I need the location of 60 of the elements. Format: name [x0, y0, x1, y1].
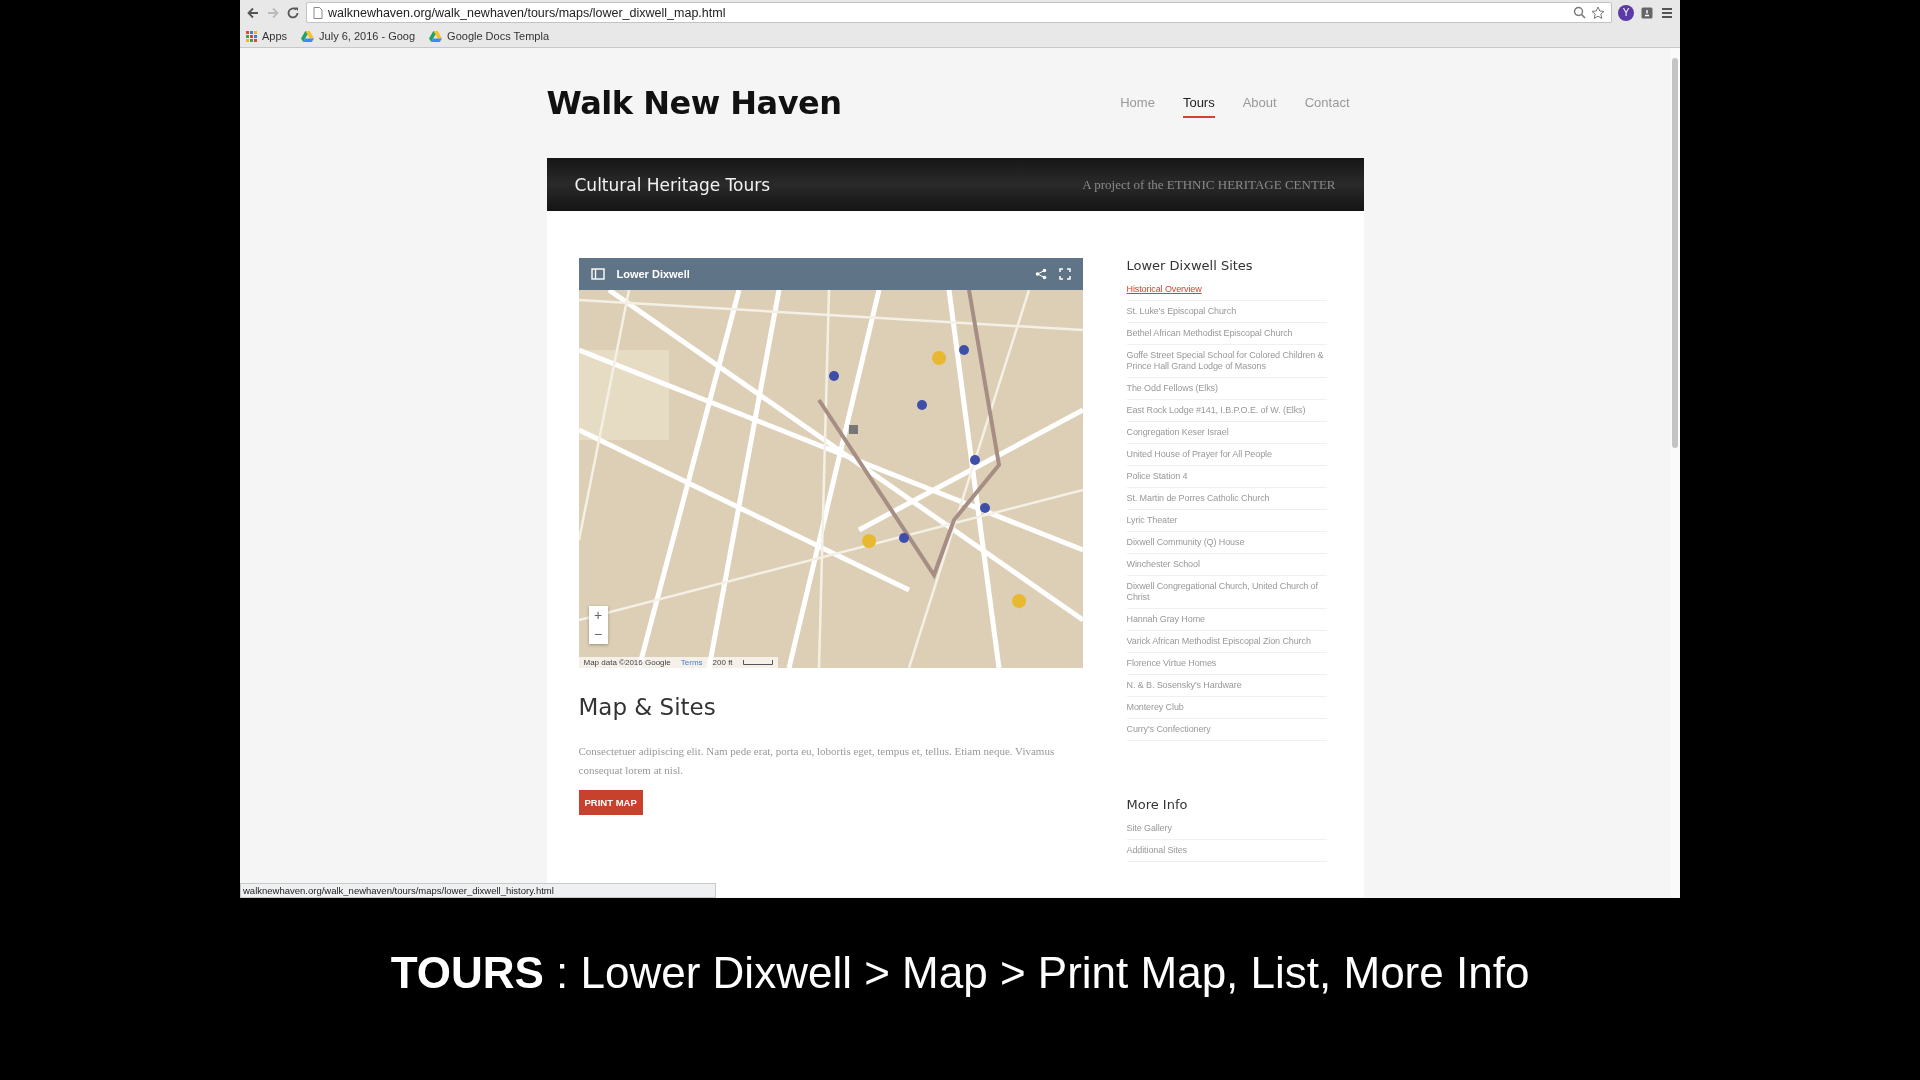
apps-grid-icon: [246, 30, 257, 42]
site-link[interactable]: Lyric Theater: [1126, 510, 1327, 532]
scale-bar-icon: [742, 660, 773, 665]
profile-avatar[interactable]: Y: [1618, 4, 1634, 21]
info-link[interactable]: Additional Sites: [1126, 840, 1327, 862]
section-text: Consectetuer adipiscing elit. Nam pede erat, porta eu, lobortis eget, tempus et, tellus. Etiam neque. Vivamus consequat lorem at nisl.: [578, 744, 1056, 778]
site-link[interactable]: East Rock Lodge #141, I.B.P.O.E. of W. (Elks): [1126, 400, 1327, 422]
site-link[interactable]: Florence Virtue Homes: [1126, 653, 1327, 675]
banner-title: Cultural Heritage Tours: [574, 174, 771, 195]
site-link[interactable]: Varick African Methodist Episcopal Zion Church: [1126, 631, 1327, 653]
page-icon: [313, 6, 323, 19]
site-link[interactable]: St. Luke's Episcopal Church: [1126, 301, 1327, 323]
site-link[interactable]: Dixwell Community (Q) House: [1126, 532, 1327, 554]
site-link[interactable]: Winchester School: [1126, 554, 1327, 576]
extension-icon[interactable]: [1640, 5, 1654, 20]
site-link[interactable]: Curry's Confectionery: [1126, 719, 1327, 741]
site-title: Walk New Haven: [546, 84, 842, 122]
status-bar-url: walknewhaven.org/walk_newhaven/tours/maps/lower_dixwell_history.html: [240, 883, 716, 898]
bookmark[interactable]: Apps: [246, 30, 288, 42]
bookmark[interactable]: Google Docs Templa: [429, 30, 549, 42]
site-link[interactable]: N. & B. Sosensky's Hardware: [1126, 675, 1327, 697]
star-icon[interactable]: [1591, 5, 1605, 20]
bookmark[interactable]: July 6, 2016 - Goog: [301, 30, 416, 42]
print-map-button[interactable]: PRINT MAP: [578, 790, 643, 815]
nav-link[interactable]: Tours: [1182, 88, 1215, 118]
sidebar-heading: More Info: [1126, 797, 1189, 812]
map-title: Lower Dixwell: [616, 268, 691, 280]
site-link[interactable]: Police Station 4: [1126, 466, 1327, 488]
address-bar[interactable]: walknewhaven.org/walk_newhaven/tours/maps/lower_dixwell_map.html: [306, 2, 1612, 23]
fullscreen-icon[interactable]: [1058, 268, 1071, 280]
share-icon[interactable]: [1034, 268, 1047, 280]
sidebar-heading: Lower Dixwell Sites: [1126, 258, 1254, 273]
banner-tagline: A project of the ETHNIC HERITAGE CENTER: [1082, 176, 1336, 193]
drive-icon: [429, 30, 443, 42]
scrollbar-thumb[interactable]: [1672, 58, 1678, 448]
site-link[interactable]: St. Martin de Porres Catholic Church: [1126, 488, 1327, 510]
back-icon[interactable]: [246, 5, 260, 20]
site-link[interactable]: United House of Prayer for All People: [1126, 444, 1327, 466]
site-link[interactable]: Congregation Keser Israel: [1126, 422, 1327, 444]
site-link[interactable]: Bethel African Methodist Episcopal Church: [1126, 323, 1327, 345]
map-attribution: Map data ©2016 Google: [583, 658, 671, 667]
section-heading: Map & Sites: [578, 694, 717, 720]
reload-icon[interactable]: [286, 5, 300, 20]
site-link[interactable]: Goffe Street Special School for Colored Children & Prince Hall Grand Lodge of Masons: [1126, 345, 1327, 378]
nav-link[interactable]: Contact: [1304, 88, 1350, 118]
site-link[interactable]: Monterey Club: [1126, 697, 1327, 719]
nav-link[interactable]: Home: [1120, 88, 1155, 118]
search-icon[interactable]: [1573, 6, 1586, 19]
site-link[interactable]: Dixwell Congregational Church, United Church of Christ: [1126, 576, 1327, 609]
menu-icon[interactable]: [1660, 5, 1674, 20]
sidebar-toggle-icon[interactable]: [590, 268, 605, 280]
terms-link[interactable]: Terms: [680, 658, 703, 667]
info-link[interactable]: Site Gallery: [1126, 818, 1327, 840]
site-link[interactable]: Hannah Gray Home: [1126, 609, 1327, 631]
slide-caption: TOURS : Lower Dixwell > Map > Print Map, List, More Info: [390, 948, 1530, 998]
scale-label: 200 ft: [712, 658, 733, 667]
site-link[interactable]: The Odd Fellows (Elks): [1126, 378, 1327, 400]
nav-link[interactable]: About: [1242, 88, 1277, 118]
drive-icon: [301, 30, 315, 42]
site-link[interactable]: Historical Overview: [1126, 279, 1327, 301]
